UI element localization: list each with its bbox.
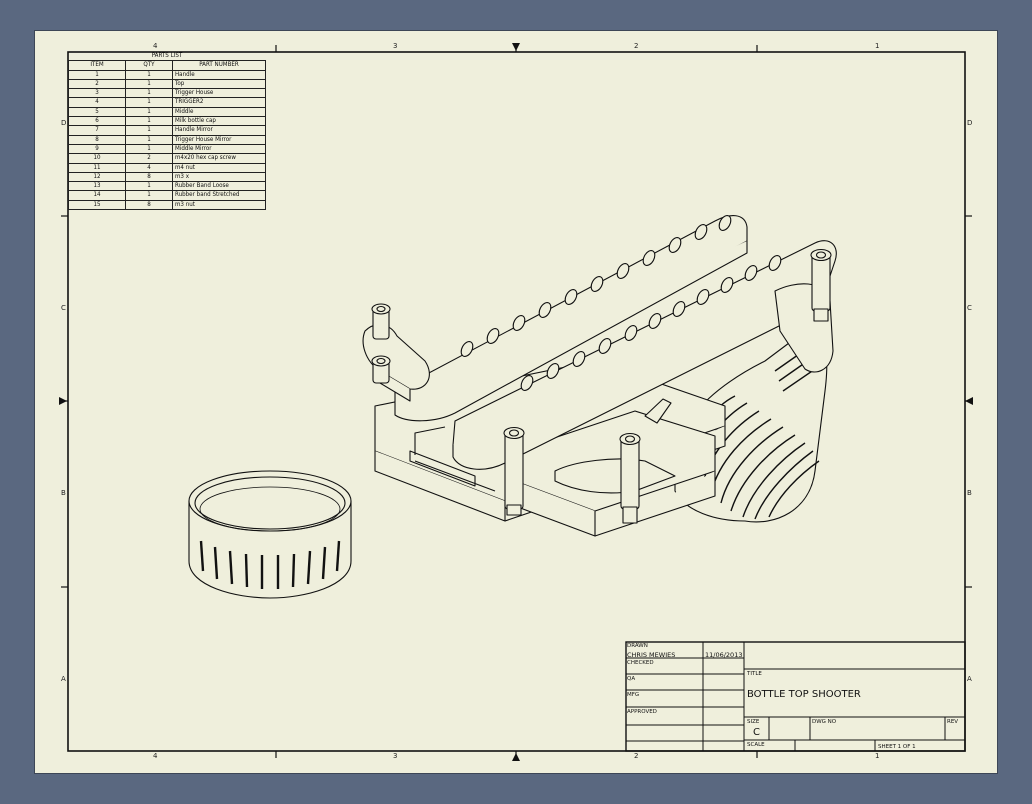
approved-label: APPROVED [627,709,657,715]
checked-label: CHECKED [627,660,654,666]
sheet-size: C [753,727,760,738]
scale-label: SCALE [747,742,765,748]
drawn-by: CHRIS MEWIES [627,651,676,659]
milk-bottle-cap [188,470,352,599]
rev-label: REV [947,719,959,725]
size-label: SIZE [747,719,760,725]
mfg-label: MFG [627,692,640,698]
title-label: TITLE [747,671,762,677]
drawing-title: BOTTLE TOP SHOOTER [747,689,861,700]
qa-label: QA [627,676,636,682]
isometric-assembly-drawing [188,215,837,599]
dwg-no-label: DWG NO [812,719,837,725]
sheet-number: SHEET 1 OF 1 [878,744,916,750]
drawing-sheet: 4 3 2 1 4 3 2 1 D C B A D C B A PARTS LI… [35,31,997,773]
drawn-label: DRAWN [627,643,648,649]
drawn-date: 11/06/2013 [705,651,743,659]
